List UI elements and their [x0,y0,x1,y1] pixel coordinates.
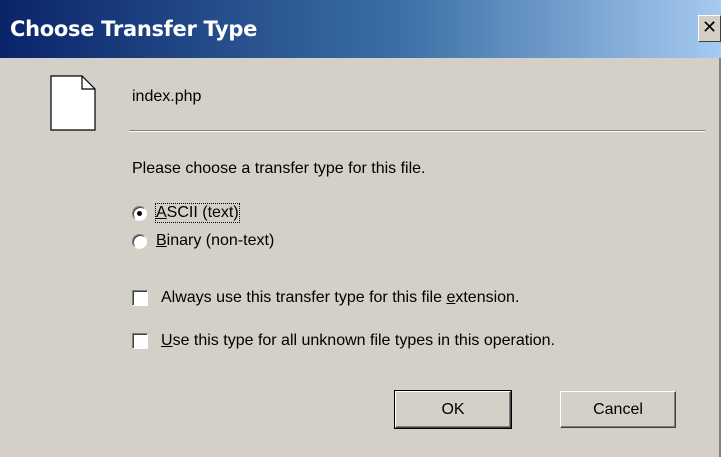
checkbox-always-use[interactable]: Always use this transfer type for this f… [132,289,519,307]
separator [129,130,705,132]
radio-ascii-label: ASCII (text) [155,203,240,223]
cancel-button[interactable]: Cancel [560,391,676,428]
radio-binary[interactable]: Binary (non-text) [132,232,274,250]
close-button[interactable]: ✕ [698,15,721,42]
radio-ascii-button[interactable] [132,205,147,221]
title-bar[interactable]: Choose Transfer Type ✕ [0,0,721,58]
checkbox-always-use-box[interactable] [132,290,148,306]
document-icon [50,75,96,131]
checkbox-unknown-types-label: Use this type for all unknown file types… [161,332,555,349]
dialog-title: Choose Transfer Type [10,17,258,41]
close-icon: ✕ [701,17,718,38]
file-name: index.php [132,88,202,105]
checkbox-unknown-types[interactable]: Use this type for all unknown file types… [132,332,555,350]
checkbox-always-use-label: Always use this transfer type for this f… [161,289,520,306]
radio-binary-label: Binary (non-text) [156,232,275,249]
checkbox-unknown-types-box[interactable] [132,333,148,349]
radio-binary-button[interactable] [132,233,147,249]
transfer-type-dialog: Choose Transfer Type ✕ index.php Please … [0,0,721,457]
ok-button[interactable]: OK [394,390,512,429]
radio-ascii[interactable]: ASCII (text) [132,203,240,223]
prompt-text: Please choose a transfer type for this f… [132,160,426,177]
